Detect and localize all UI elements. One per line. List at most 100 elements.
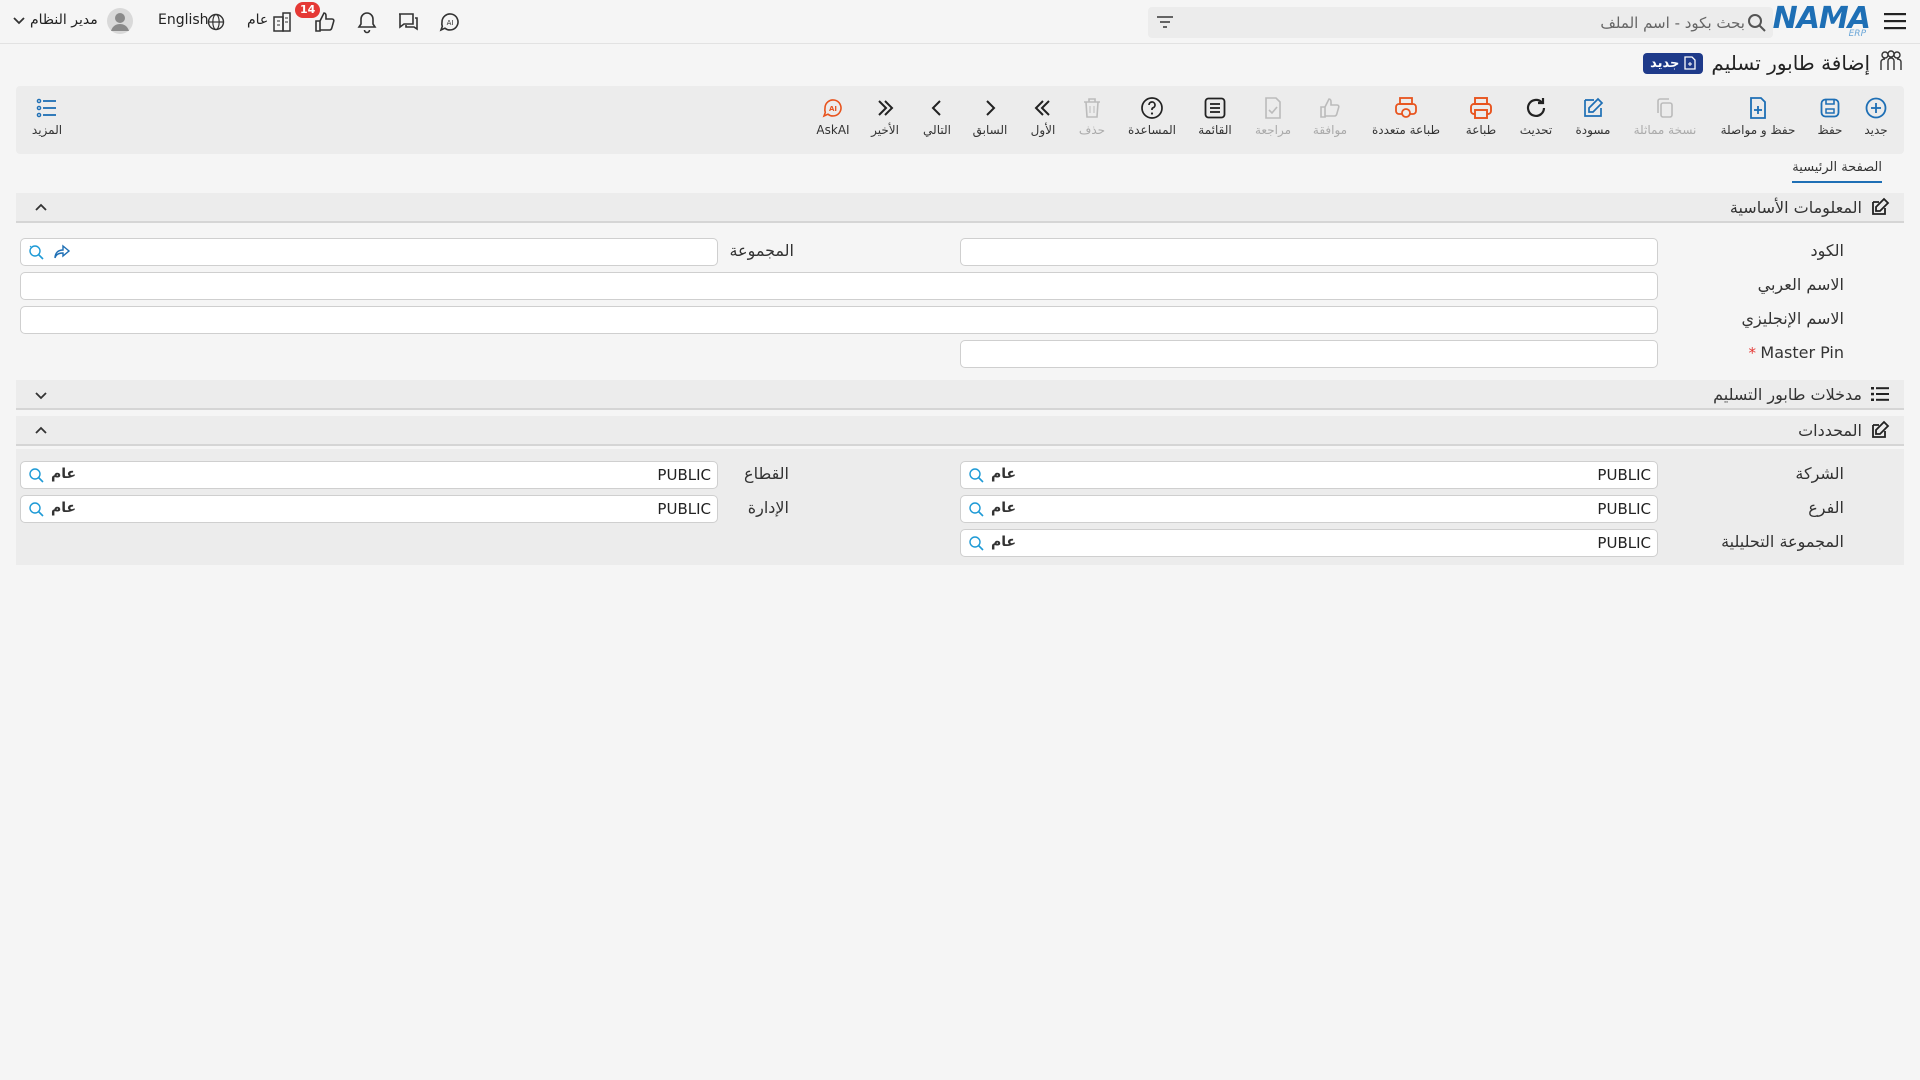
code-label: الكود bbox=[1810, 241, 1844, 260]
askai-button[interactable]: AI AskAI bbox=[798, 96, 868, 137]
delivery-queue-icon bbox=[1878, 48, 1904, 78]
sector-tag: عام bbox=[51, 466, 77, 482]
chevron-up-icon[interactable] bbox=[34, 423, 48, 441]
department-label: الإدارة bbox=[747, 498, 789, 517]
group-lookup[interactable] bbox=[20, 238, 718, 266]
company-tag: عام bbox=[991, 466, 1017, 482]
share-icon[interactable] bbox=[53, 243, 71, 265]
branch-label: الفرع bbox=[1808, 498, 1844, 517]
help-button[interactable]: المساعدة bbox=[1117, 96, 1187, 137]
lookup-icon[interactable] bbox=[967, 500, 985, 522]
dimensions-title: المحددات bbox=[1798, 420, 1862, 440]
list-icon bbox=[1870, 385, 1890, 403]
top-bar: NAMA ERP AI 14 عام English مدير النظام bbox=[0, 0, 1920, 44]
master-pin-input[interactable] bbox=[960, 340, 1658, 368]
edit-icon bbox=[1870, 420, 1890, 440]
status-badge: جديد bbox=[1643, 52, 1704, 74]
duplicate-button[interactable]: نسخة مماثلة bbox=[1627, 96, 1703, 137]
arabic-name-input[interactable] bbox=[20, 272, 1658, 300]
lookup-icon[interactable] bbox=[967, 534, 985, 556]
page-title: إضافة طابور تسليم bbox=[1711, 51, 1870, 75]
ai-assistant-icon[interactable]: AI bbox=[438, 10, 462, 34]
list-label: القائمة bbox=[1198, 123, 1232, 137]
required-mark: * bbox=[1748, 344, 1757, 362]
analysis-group-lookup[interactable]: PUBLIC عام bbox=[960, 529, 1658, 557]
first-label: الأول bbox=[1030, 123, 1056, 137]
sector-lookup[interactable]: PUBLIC عام bbox=[20, 461, 718, 489]
lookup-icon[interactable] bbox=[27, 466, 45, 488]
next-label: التالي bbox=[923, 123, 951, 137]
entries-section-header[interactable]: مدخلات طابور التسليم bbox=[16, 380, 1904, 410]
code-input[interactable] bbox=[960, 238, 1658, 266]
menu-icon[interactable] bbox=[1882, 8, 1908, 34]
english-name-label: الاسم الإنجليزي bbox=[1741, 309, 1844, 328]
new-button-label: جديد bbox=[1864, 123, 1888, 137]
save-button[interactable]: حفظ bbox=[1795, 96, 1865, 137]
sector-label: القطاع bbox=[744, 464, 789, 483]
chat-icon[interactable] bbox=[396, 10, 420, 34]
scope-label[interactable]: عام bbox=[247, 12, 268, 28]
dimensions-section-header[interactable]: المحددات bbox=[16, 416, 1904, 446]
avatar[interactable] bbox=[107, 8, 133, 34]
group-label: المجموعة bbox=[729, 241, 794, 260]
english-name-input[interactable] bbox=[20, 306, 1658, 334]
delete-label: حذف bbox=[1078, 123, 1106, 137]
search-box bbox=[1148, 7, 1773, 38]
analysis-group-label: المجموعة التحليلية bbox=[1721, 532, 1844, 551]
search-icon[interactable] bbox=[1747, 13, 1767, 37]
chevron-up-icon[interactable] bbox=[34, 200, 48, 218]
more-label: المزيد bbox=[31, 123, 63, 137]
chevron-down-icon[interactable] bbox=[34, 387, 48, 405]
askai-label: AskAI bbox=[816, 123, 850, 137]
company-label: الشركة bbox=[1795, 464, 1844, 483]
previous-label: السابق bbox=[972, 123, 1008, 137]
department-value: PUBLIC bbox=[657, 500, 711, 518]
basic-info-section-header[interactable]: المعلومات الأساسية bbox=[16, 193, 1904, 223]
entries-title: مدخلات طابور التسليم bbox=[1713, 384, 1862, 404]
approve-label: موافقة bbox=[1312, 123, 1348, 137]
tab-main[interactable]: الصفحة الرئيسية bbox=[1792, 160, 1882, 183]
lookup-icon[interactable] bbox=[27, 500, 45, 522]
lookup-icon[interactable] bbox=[27, 243, 45, 265]
draft-label: مسودة bbox=[1575, 123, 1611, 137]
company-lookup[interactable]: PUBLIC عام bbox=[960, 461, 1658, 489]
print-button[interactable]: طباعة bbox=[1446, 96, 1516, 137]
basic-info-title: المعلومات الأساسية bbox=[1729, 197, 1862, 217]
duplicate-label: نسخة مماثلة bbox=[1633, 123, 1697, 137]
sector-value: PUBLIC bbox=[657, 466, 711, 484]
company-value: PUBLIC bbox=[1597, 466, 1651, 484]
approvals-count-badge: 14 bbox=[295, 2, 321, 18]
action-toolbar: جديد حفظ حفظ و مواصلة نسخة مماثلة مسودة … bbox=[16, 86, 1904, 154]
arabic-name-label: الاسم العربي bbox=[1757, 275, 1844, 294]
refresh-label: تحديث bbox=[1519, 123, 1553, 137]
branch-lookup[interactable]: PUBLIC عام bbox=[960, 495, 1658, 523]
user-name[interactable]: مدير النظام bbox=[30, 12, 98, 28]
department-lookup[interactable]: PUBLIC عام bbox=[20, 495, 718, 523]
analysis-group-tag: عام bbox=[991, 534, 1017, 550]
department-tag: عام bbox=[51, 500, 77, 516]
branch-value: PUBLIC bbox=[1597, 500, 1651, 518]
company-icon[interactable] bbox=[270, 10, 294, 34]
language-switch[interactable]: English bbox=[158, 12, 209, 28]
multi-print-button[interactable]: طباعة متعددة bbox=[1366, 96, 1446, 137]
basic-info-form: الكود المجموعة الاسم العربي الاسم الإنجل… bbox=[16, 226, 1904, 376]
analysis-group-value: PUBLIC bbox=[1597, 534, 1651, 552]
list-button[interactable]: القائمة bbox=[1180, 96, 1250, 137]
dimensions-form: الشركة PUBLIC عام القطاع PUBLIC عام الفر… bbox=[16, 449, 1904, 565]
chevron-down-icon[interactable] bbox=[12, 16, 26, 26]
multi-print-label: طباعة متعددة bbox=[1371, 123, 1440, 137]
svg-text:AI: AI bbox=[447, 19, 454, 27]
save-continue-button[interactable]: حفظ و مواصلة bbox=[1715, 96, 1801, 137]
lookup-icon[interactable] bbox=[967, 466, 985, 488]
filter-icon[interactable] bbox=[1156, 14, 1174, 34]
search-input[interactable] bbox=[1225, 7, 1745, 38]
more-button[interactable]: المزيد bbox=[12, 96, 82, 137]
page-header: إضافة طابور تسليم جديد bbox=[1643, 48, 1904, 78]
help-label: المساعدة bbox=[1127, 123, 1177, 137]
logo-subtext: ERP bbox=[1848, 29, 1866, 39]
edit-icon bbox=[1870, 197, 1890, 217]
notification-bell-icon[interactable] bbox=[355, 10, 379, 34]
review-label: مراجعة bbox=[1254, 123, 1292, 137]
svg-text:AI: AI bbox=[829, 105, 837, 113]
app-logo[interactable]: NAMA ERP bbox=[1773, 4, 1871, 40]
